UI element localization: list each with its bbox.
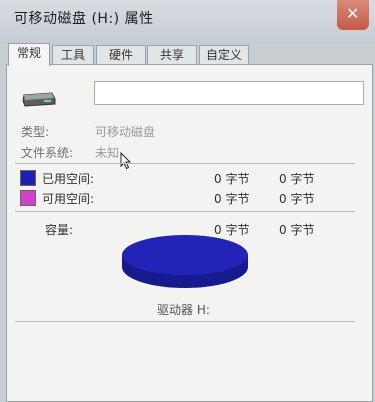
used-space-bytes: 0 字节 <box>214 172 250 186</box>
filesystem-value: 未知 <box>95 146 120 160</box>
type-value: 可移动磁盘 <box>95 125 156 139</box>
used-space-size: 0 字节 <box>279 172 315 186</box>
general-tab-panel: 类型: 可移动磁盘 文件系统: 未知 已用空间: 0 字节 0 字节 可用空间:… <box>6 64 373 402</box>
tab-hardware[interactable]: 硬件 <box>96 45 146 64</box>
close-icon: ✕ <box>346 4 360 23</box>
separator-line <box>15 321 355 322</box>
mouse-pointer-icon <box>120 152 132 170</box>
tab-general[interactable]: 常规 <box>8 43 50 66</box>
free-space-swatch <box>20 190 36 206</box>
tab-tools[interactable]: 工具 <box>52 45 94 64</box>
free-space-size: 0 字节 <box>279 192 315 206</box>
free-space-bytes: 0 字节 <box>214 192 250 206</box>
title-bar: 可移动磁盘 (H:) 属性 ✕ <box>0 0 375 44</box>
window-title: 可移动磁盘 (H:) 属性 <box>14 11 154 27</box>
capacity-pie-chart <box>122 235 248 288</box>
close-button[interactable]: ✕ <box>337 0 369 30</box>
capacity-size: 0 字节 <box>279 223 315 237</box>
tab-customize[interactable]: 自定义 <box>199 45 249 64</box>
capacity-label: 容量: <box>45 223 74 237</box>
separator-line <box>15 163 355 164</box>
removable-drive-icon <box>22 92 56 107</box>
filesystem-label: 文件系统: <box>21 146 74 160</box>
pie-disk-top <box>122 235 248 275</box>
type-label: 类型: <box>21 125 50 139</box>
drive-letter-label: 驱动器 H: <box>157 303 210 317</box>
tab-sharing[interactable]: 共享 <box>147 45 197 64</box>
separator-line <box>15 211 355 212</box>
drive-name-input[interactable] <box>94 81 364 105</box>
used-space-swatch <box>20 170 36 186</box>
used-space-label: 已用空间: <box>42 172 95 186</box>
free-space-label: 可用空间: <box>42 192 95 206</box>
